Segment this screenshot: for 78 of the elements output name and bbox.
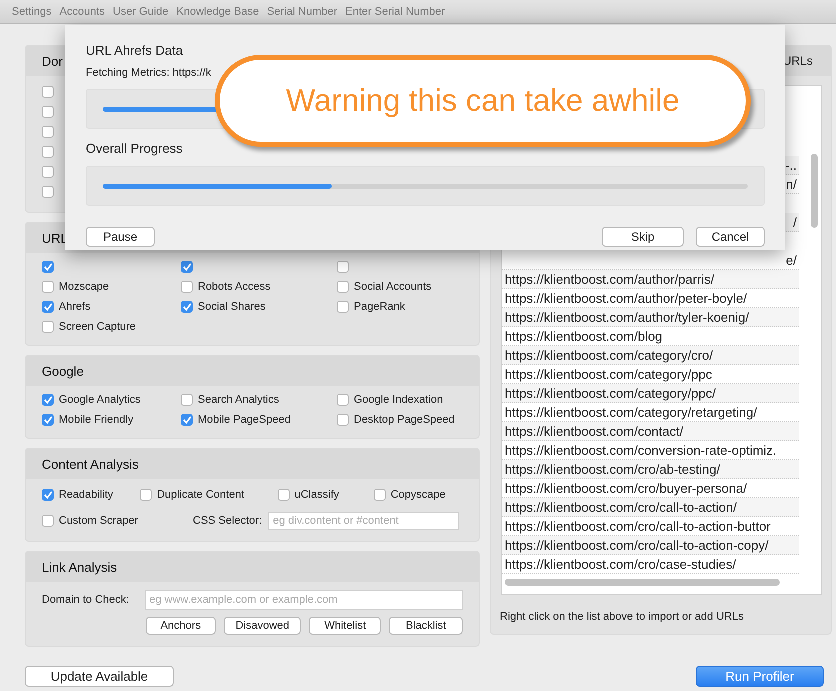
list-button[interactable]: Disavowed — [224, 617, 302, 635]
checkbox[interactable] — [374, 489, 386, 501]
checkbox[interactable] — [337, 281, 349, 293]
url-row[interactable]: https://klientboost.com/cro/call-to-action-copy/ — [502, 536, 799, 555]
list-button[interactable]: Whitelist — [309, 617, 382, 635]
url-row[interactable]: https://klientboost.com/cro/call-to-action/ — [502, 498, 799, 517]
hint-text: Right click on the list above to import or add URLs — [499, 610, 745, 623]
url-row[interactable]: https://klientboost.com/author/parris/ — [502, 270, 799, 289]
section-title: Dor — [42, 54, 63, 68]
checkbox-label: Custom Scraper — [59, 515, 138, 527]
checkbox[interactable] — [337, 394, 349, 406]
checkbox[interactable] — [42, 394, 54, 406]
checkbox-label: Search Analytics — [198, 394, 280, 406]
domain-field[interactable]: eg www.example.com or example.com — [144, 590, 463, 610]
section-title: Content Analysis — [42, 456, 139, 472]
checkbox-label: Screen Capture — [59, 321, 136, 333]
url-row[interactable]: https://klientboost.com/cro/case-studies/ — [502, 555, 799, 574]
checkbox[interactable] — [181, 414, 193, 426]
section-title: URL — [42, 230, 68, 246]
scrollbar-thumb[interactable] — [811, 154, 818, 228]
url-row[interactable]: https://klientboost.com/contact/ — [502, 422, 799, 441]
checkbox[interactable] — [42, 106, 54, 118]
status-text: Fetching Metrics: https://k — [86, 67, 212, 79]
pause-button[interactable]: Pause — [86, 227, 155, 247]
scrollbar-thumb[interactable] — [505, 579, 780, 586]
url-row[interactable]: https://klientboost.com/author/tyler-koenig/ — [502, 308, 799, 327]
checkbox-label: Google Indexation — [354, 394, 444, 406]
list-button[interactable]: Anchors — [146, 617, 216, 635]
checkbox[interactable] — [337, 414, 349, 426]
checkbox[interactable] — [337, 301, 349, 313]
checkbox[interactable] — [42, 489, 54, 501]
checkbox[interactable] — [140, 489, 152, 501]
css-selector-field[interactable]: eg div.content or #content — [268, 512, 460, 530]
progress-label: Overall Progress — [86, 141, 184, 156]
checkbox[interactable] — [181, 261, 193, 273]
checkbox-label: Copyscape — [390, 489, 446, 501]
url-row[interactable]: https://klientboost.com/category/ppc/ — [502, 384, 799, 403]
checkbox-label: Mozscape — [59, 281, 110, 293]
field-label: Domain to Check: — [42, 594, 130, 606]
checkbox-label: Desktop PageSpeed — [354, 414, 455, 426]
checkbox-label: Duplicate Content — [157, 489, 245, 501]
update-button[interactable]: Update Available — [25, 666, 174, 687]
checkbox-label: PageRank — [354, 301, 406, 313]
list-button[interactable]: Blacklist — [389, 617, 463, 635]
checkbox[interactable] — [42, 261, 54, 273]
field-label: CSS Selector: — [193, 515, 262, 527]
checkbox[interactable] — [42, 126, 54, 138]
checkbox[interactable] — [42, 321, 54, 333]
cancel-button[interactable]: Cancel — [696, 227, 765, 247]
checkbox-label: Robots Access — [198, 281, 271, 293]
checkbox[interactable] — [181, 301, 193, 313]
checkbox[interactable] — [42, 414, 54, 426]
warning-tooltip: Warning this can take awhile — [215, 55, 751, 147]
checkbox[interactable] — [337, 261, 349, 273]
checkbox-label: Mobile PageSpeed — [198, 414, 291, 426]
checkbox[interactable] — [42, 146, 54, 158]
section-title: Link Analysis — [42, 560, 118, 574]
checkbox[interactable] — [42, 301, 54, 313]
checkbox-label: Google Analytics — [59, 394, 141, 406]
checkbox[interactable] — [181, 281, 193, 293]
skip-button[interactable]: Skip — [602, 227, 684, 247]
checkbox-label: uClassify — [294, 489, 340, 501]
checkbox[interactable] — [181, 394, 193, 406]
checkbox[interactable] — [278, 489, 290, 501]
checkbox-label: Readability — [59, 489, 114, 501]
checkbox[interactable] — [42, 86, 54, 98]
url-row[interactable]: https://klientboost.com/category/cro/ — [502, 346, 799, 365]
checkbox-label: Ahrefs — [59, 301, 91, 313]
url-row[interactable]: https://klientboost.com/cro/ab-testing/ — [502, 460, 799, 479]
checkbox[interactable] — [42, 166, 54, 178]
section-title: Google — [42, 364, 84, 378]
checkbox-label: Mobile Friendly — [59, 414, 134, 426]
dialog-title: URL Ahrefs Data — [86, 43, 184, 58]
checkbox[interactable] — [42, 186, 54, 198]
checkbox-label: Social Accounts — [354, 281, 432, 293]
checkbox-label: Social Shares — [198, 301, 266, 313]
checkbox[interactable] — [42, 515, 54, 527]
checkbox[interactable] — [42, 281, 54, 293]
